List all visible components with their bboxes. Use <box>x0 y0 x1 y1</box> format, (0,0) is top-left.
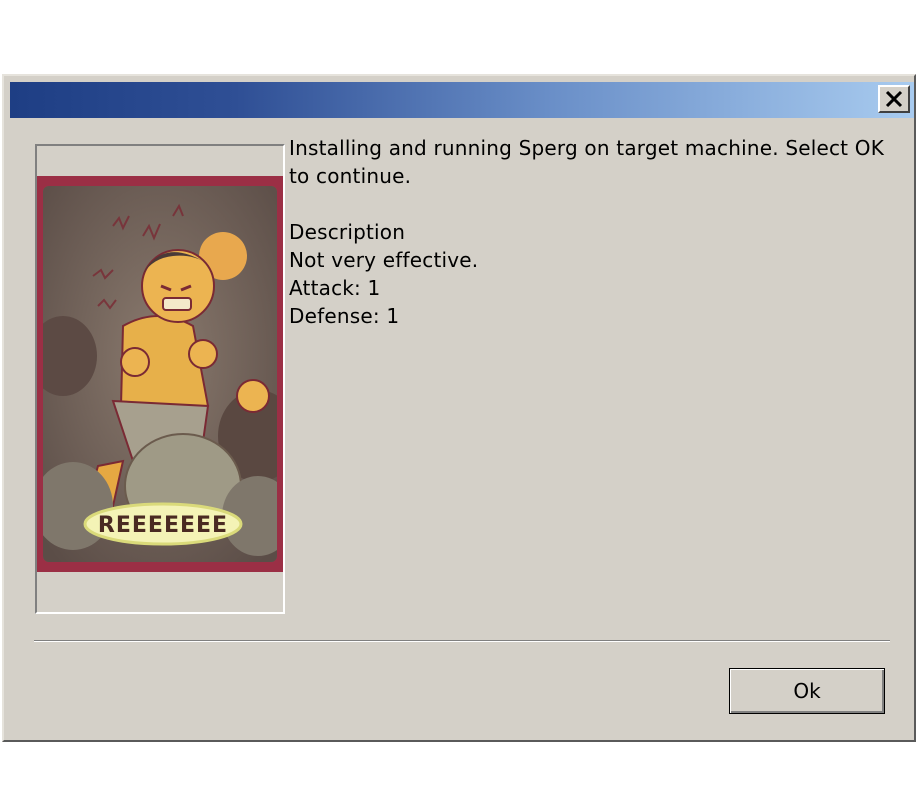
description-heading: Description <box>289 220 406 244</box>
card-illustration: REEEEEEE <box>43 186 277 562</box>
card-image: REEEEEEE <box>37 176 283 572</box>
description-text: Not very effective. <box>289 248 479 272</box>
title-bar[interactable] <box>10 82 914 118</box>
dialog-window: REEEEEEE Installing and running Sperg on… <box>2 74 916 742</box>
ok-button[interactable]: Ok <box>729 668 885 714</box>
defense-stat: Defense: 1 <box>289 304 400 328</box>
card-caption: REEEEEEE <box>98 513 228 538</box>
attack-stat: Attack: 1 <box>289 276 381 300</box>
card-image-frame: REEEEEEE <box>35 144 285 614</box>
close-x-icon <box>885 90 903 108</box>
message-text: Installing and running Sperg on target m… <box>289 136 885 188</box>
message-area: Installing and running Sperg on target m… <box>289 134 909 330</box>
card-artwork: REEEEEEE <box>43 186 277 562</box>
close-button[interactable] <box>878 85 910 113</box>
separator-line <box>34 640 890 642</box>
